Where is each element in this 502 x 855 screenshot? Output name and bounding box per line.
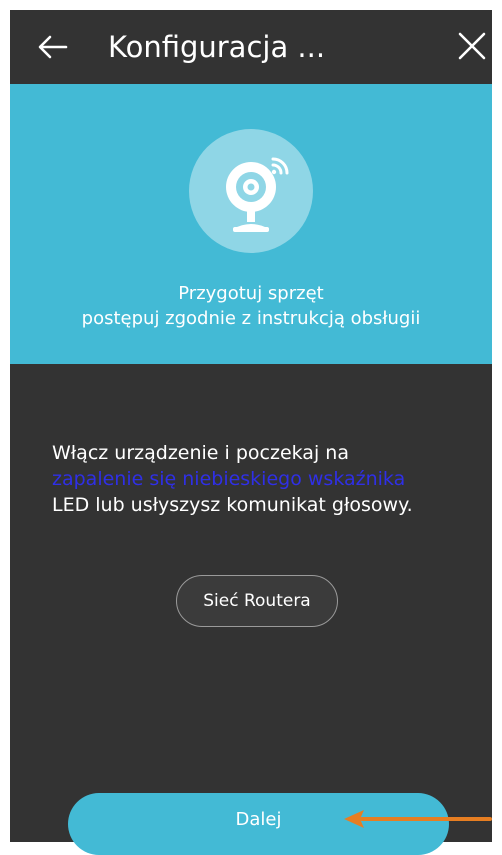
app-screen: Konfiguracja ... Przygotuj sprzęt postęp…: [10, 10, 492, 842]
instruction-line-3: LED lub usłyszysz komunikat głosowy.: [52, 494, 413, 516]
orange-arrow-icon: [344, 810, 492, 828]
prepare-device-text: Przygotuj sprzęt postępuj zgodnie z inst…: [10, 281, 492, 331]
page-title: Konfiguracja ...: [108, 30, 326, 64]
device-icon-circle: [189, 129, 313, 253]
header-bar: Konfiguracja ...: [10, 10, 492, 84]
hero-banner: Przygotuj sprzęt postępuj zgodnie z inst…: [10, 84, 492, 364]
instruction-highlight: zapalenie się niebieskiego wskaźnika: [52, 468, 406, 490]
instruction-line-1: Włącz urządzenie i poczekaj na: [52, 442, 349, 464]
router-network-button[interactable]: Sieć Routera: [176, 575, 338, 627]
webcam-wifi-icon: [226, 157, 289, 232]
prepare-subtitle: postępuj zgodnie z instrukcją obsługii: [81, 308, 421, 329]
prepare-title: Przygotuj sprzęt: [178, 283, 324, 304]
arrow-left-icon[interactable]: [36, 30, 70, 64]
instruction-text: Włącz urządzenie i poczekaj na zapalenie…: [52, 440, 482, 518]
close-icon[interactable]: [457, 31, 487, 61]
